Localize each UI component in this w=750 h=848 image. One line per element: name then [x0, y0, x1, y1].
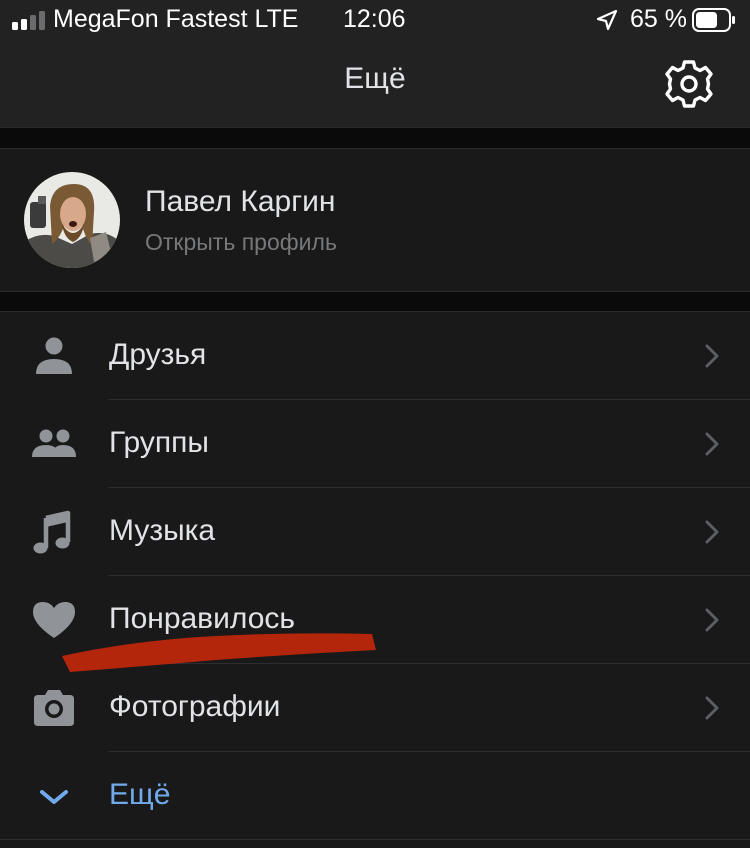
status-time: 12:06 [343, 5, 406, 33]
menu-item-label: Группы [109, 426, 209, 459]
avatar[interactable] [24, 172, 120, 268]
camera-icon [34, 690, 74, 726]
menu-item-friends[interactable]: Друзья [0, 312, 750, 400]
divider [0, 839, 750, 840]
profile-cell[interactable]: Павел Каргин Открыть профиль [0, 149, 750, 291]
menu-list: Друзья Группы Музыка Понравилось Фотогра… [0, 312, 750, 848]
chevron-right-icon [705, 608, 719, 632]
menu-item-label: Понравилось [109, 602, 296, 635]
chevron-right-icon [705, 520, 719, 544]
menu-item-groups[interactable]: Группы [0, 400, 750, 488]
chevron-right-icon [705, 344, 719, 368]
battery-percent: 65 % [630, 5, 687, 33]
status-bar: MegaFon Fastest LTE 12:06 65 % [0, 0, 750, 40]
menu-item-photos[interactable]: Фотографии [0, 664, 750, 752]
heart-icon [33, 602, 75, 638]
section-separator [0, 127, 750, 149]
people-icon [32, 429, 76, 457]
chevron-down-icon [40, 790, 68, 804]
chevron-right-icon [705, 432, 719, 456]
profile-name: Павел Каргин [145, 185, 336, 218]
carrier-name: MegaFon Fastest LTE [53, 5, 299, 33]
menu-item-music[interactable]: Музыка [0, 488, 750, 576]
cellular-signal-icon [12, 10, 48, 30]
menu-item-label: Друзья [109, 338, 207, 371]
gear-icon[interactable] [661, 56, 717, 112]
person-icon [36, 337, 72, 374]
open-profile-link[interactable]: Открыть профиль [145, 229, 337, 256]
menu-item-label: Музыка [109, 514, 216, 547]
menu-item-label: Ещё [109, 778, 171, 811]
section-separator [0, 291, 750, 312]
page-title: Ещё [344, 62, 406, 95]
battery-icon [692, 8, 735, 32]
top-bar: MegaFon Fastest LTE 12:06 65 % Ещё [0, 0, 750, 127]
menu-item-liked[interactable]: Понравилось [0, 576, 750, 664]
chevron-right-icon [705, 696, 719, 720]
location-arrow-icon [596, 9, 618, 31]
menu-item-more[interactable]: Ещё [0, 752, 750, 840]
music-note-icon [33, 510, 71, 554]
menu-item-label: Фотографии [109, 690, 281, 723]
